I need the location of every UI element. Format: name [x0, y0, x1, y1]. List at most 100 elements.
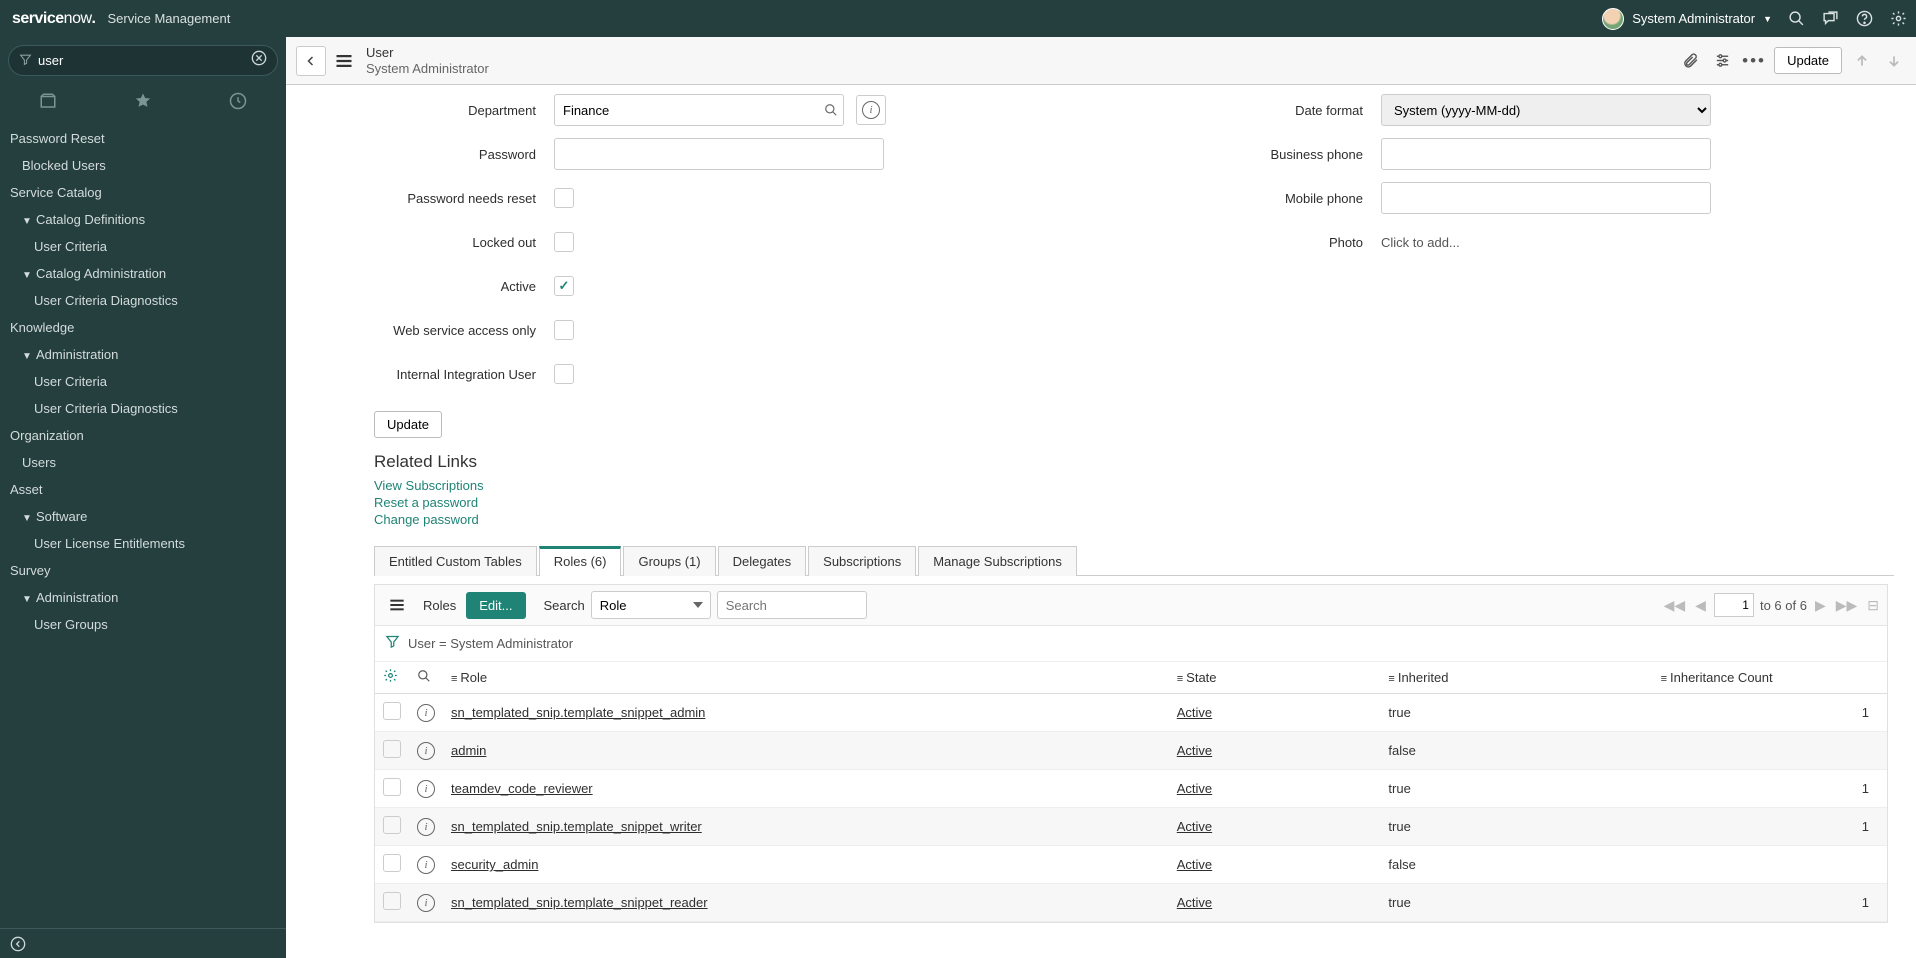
back-button[interactable] [296, 46, 326, 76]
ws-checkbox[interactable] [554, 320, 574, 340]
nav-item[interactable]: User Criteria [0, 233, 286, 260]
row-checkbox[interactable] [383, 892, 401, 910]
nav-item[interactable]: ▼Administration [0, 341, 286, 368]
funnel-icon[interactable] [385, 634, 400, 653]
row-checkbox[interactable] [383, 740, 401, 758]
link-reset-password[interactable]: Reset a password [374, 495, 1898, 510]
row-info-icon[interactable]: i [417, 818, 435, 836]
nav-item[interactable]: User Groups [0, 611, 286, 638]
role-link[interactable]: sn_templated_snip.template_snippet_reade… [451, 895, 708, 910]
mobile-phone-field[interactable] [1381, 182, 1711, 214]
tab-manage-subscriptions[interactable]: Manage Subscriptions [918, 546, 1077, 576]
tab-subscriptions[interactable]: Subscriptions [808, 546, 916, 576]
form-menu-icon[interactable] [332, 52, 356, 70]
search-icon[interactable] [1786, 9, 1806, 29]
link-change-password[interactable]: Change password [374, 512, 1898, 527]
column-search-icon[interactable] [417, 670, 431, 687]
attachment-icon[interactable] [1678, 49, 1702, 73]
state-link[interactable]: Active [1177, 895, 1212, 910]
personalize-columns-icon[interactable] [383, 670, 398, 687]
role-link[interactable]: sn_templated_snip.template_snippet_write… [451, 819, 702, 834]
nav-item[interactable]: Organization [0, 422, 286, 449]
list-edit-button[interactable]: Edit... [466, 592, 525, 619]
state-link[interactable]: Active [1177, 857, 1212, 872]
prev-record-icon[interactable] [1850, 49, 1874, 73]
nav-item[interactable]: Service Catalog [0, 179, 286, 206]
update-button[interactable]: Update [1774, 47, 1842, 74]
role-link[interactable]: admin [451, 743, 486, 758]
link-view-subscriptions[interactable]: View Subscriptions [374, 478, 1898, 493]
list-search-input[interactable] [717, 591, 867, 619]
nav-favorites-icon[interactable] [95, 92, 190, 115]
more-actions-icon[interactable]: ••• [1742, 49, 1766, 73]
nav-filter-input[interactable] [38, 53, 251, 68]
row-checkbox[interactable] [383, 816, 401, 834]
state-link[interactable]: Active [1177, 705, 1212, 720]
nav-item[interactable]: Asset [0, 476, 286, 503]
nav-item[interactable]: ▼Software [0, 503, 286, 530]
nav-item[interactable]: ▼Catalog Definitions [0, 206, 286, 233]
last-page-icon[interactable]: ▶▶ [1834, 597, 1860, 614]
nav-collapse-button[interactable] [0, 928, 286, 958]
row-info-icon[interactable]: i [417, 856, 435, 874]
list-search-field[interactable]: Role [591, 591, 711, 619]
state-link[interactable]: Active [1177, 781, 1212, 796]
nav-all-apps-icon[interactable] [0, 92, 95, 115]
nav-item[interactable]: Blocked Users [0, 152, 286, 179]
nav-item[interactable]: Survey [0, 557, 286, 584]
clear-filter-icon[interactable] [251, 50, 267, 71]
col-count[interactable]: ≡Inheritance Count [1653, 662, 1887, 694]
nav-item[interactable]: Knowledge [0, 314, 286, 341]
help-icon[interactable] [1854, 9, 1874, 29]
list-collapse-icon[interactable]: ⊟ [1865, 597, 1881, 614]
nav-item[interactable]: Password Reset [0, 125, 286, 152]
row-info-icon[interactable]: i [417, 742, 435, 760]
brand-logo[interactable]: servicenow. [12, 10, 95, 28]
state-link[interactable]: Active [1177, 743, 1212, 758]
internal-checkbox[interactable] [554, 364, 574, 384]
user-menu[interactable]: System Administrator ▼ [1602, 8, 1772, 30]
lookup-icon[interactable] [816, 95, 846, 125]
business-phone-field[interactable] [1381, 138, 1711, 170]
role-link[interactable]: teamdev_code_reviewer [451, 781, 593, 796]
form-update-button[interactable]: Update [374, 411, 442, 438]
nav-item[interactable]: ▼Catalog Administration [0, 260, 286, 287]
prev-page-icon[interactable]: ◀ [1693, 597, 1708, 614]
row-info-icon[interactable]: i [417, 894, 435, 912]
password-field[interactable] [554, 138, 884, 170]
tab-groups[interactable]: Groups (1) [623, 546, 715, 576]
photo-add-link[interactable]: Click to add... [1381, 235, 1460, 250]
next-record-icon[interactable] [1882, 49, 1906, 73]
page-input[interactable] [1714, 593, 1754, 617]
row-checkbox[interactable] [383, 702, 401, 720]
nav-item[interactable]: User Criteria [0, 368, 286, 395]
personalize-icon[interactable] [1710, 49, 1734, 73]
chat-icon[interactable] [1820, 9, 1840, 29]
row-info-icon[interactable]: i [417, 704, 435, 722]
active-checkbox[interactable] [554, 276, 574, 296]
info-icon[interactable]: i [856, 95, 886, 125]
role-link[interactable]: sn_templated_snip.template_snippet_admin [451, 705, 705, 720]
nav-tree[interactable]: Password ResetBlocked UsersService Catal… [0, 125, 286, 928]
tab-roles[interactable]: Roles (6) [539, 546, 622, 576]
row-info-icon[interactable]: i [417, 780, 435, 798]
breadcrumb-text[interactable]: User = System Administrator [408, 636, 573, 651]
col-role[interactable]: ≡Role [443, 662, 1169, 694]
nav-filter[interactable] [8, 45, 278, 76]
nav-item[interactable]: User License Entitlements [0, 530, 286, 557]
nav-item[interactable]: User Criteria Diagnostics [0, 395, 286, 422]
first-page-icon[interactable]: ◀◀ [1662, 597, 1688, 614]
nav-item[interactable]: Users [0, 449, 286, 476]
needs-reset-checkbox[interactable] [554, 188, 574, 208]
tab-entitled-tables[interactable]: Entitled Custom Tables [374, 546, 537, 576]
col-inherited[interactable]: ≡Inherited [1380, 662, 1652, 694]
list-menu-icon[interactable] [385, 597, 409, 613]
department-field[interactable] [554, 94, 844, 126]
row-checkbox[interactable] [383, 778, 401, 796]
nav-item[interactable]: ▼Administration [0, 584, 286, 611]
row-checkbox[interactable] [383, 854, 401, 872]
nav-item[interactable]: User Criteria Diagnostics [0, 287, 286, 314]
date-format-select[interactable]: System (yyyy-MM-dd) [1381, 94, 1711, 126]
gear-icon[interactable] [1888, 9, 1908, 29]
next-page-icon[interactable]: ▶ [1813, 597, 1828, 614]
